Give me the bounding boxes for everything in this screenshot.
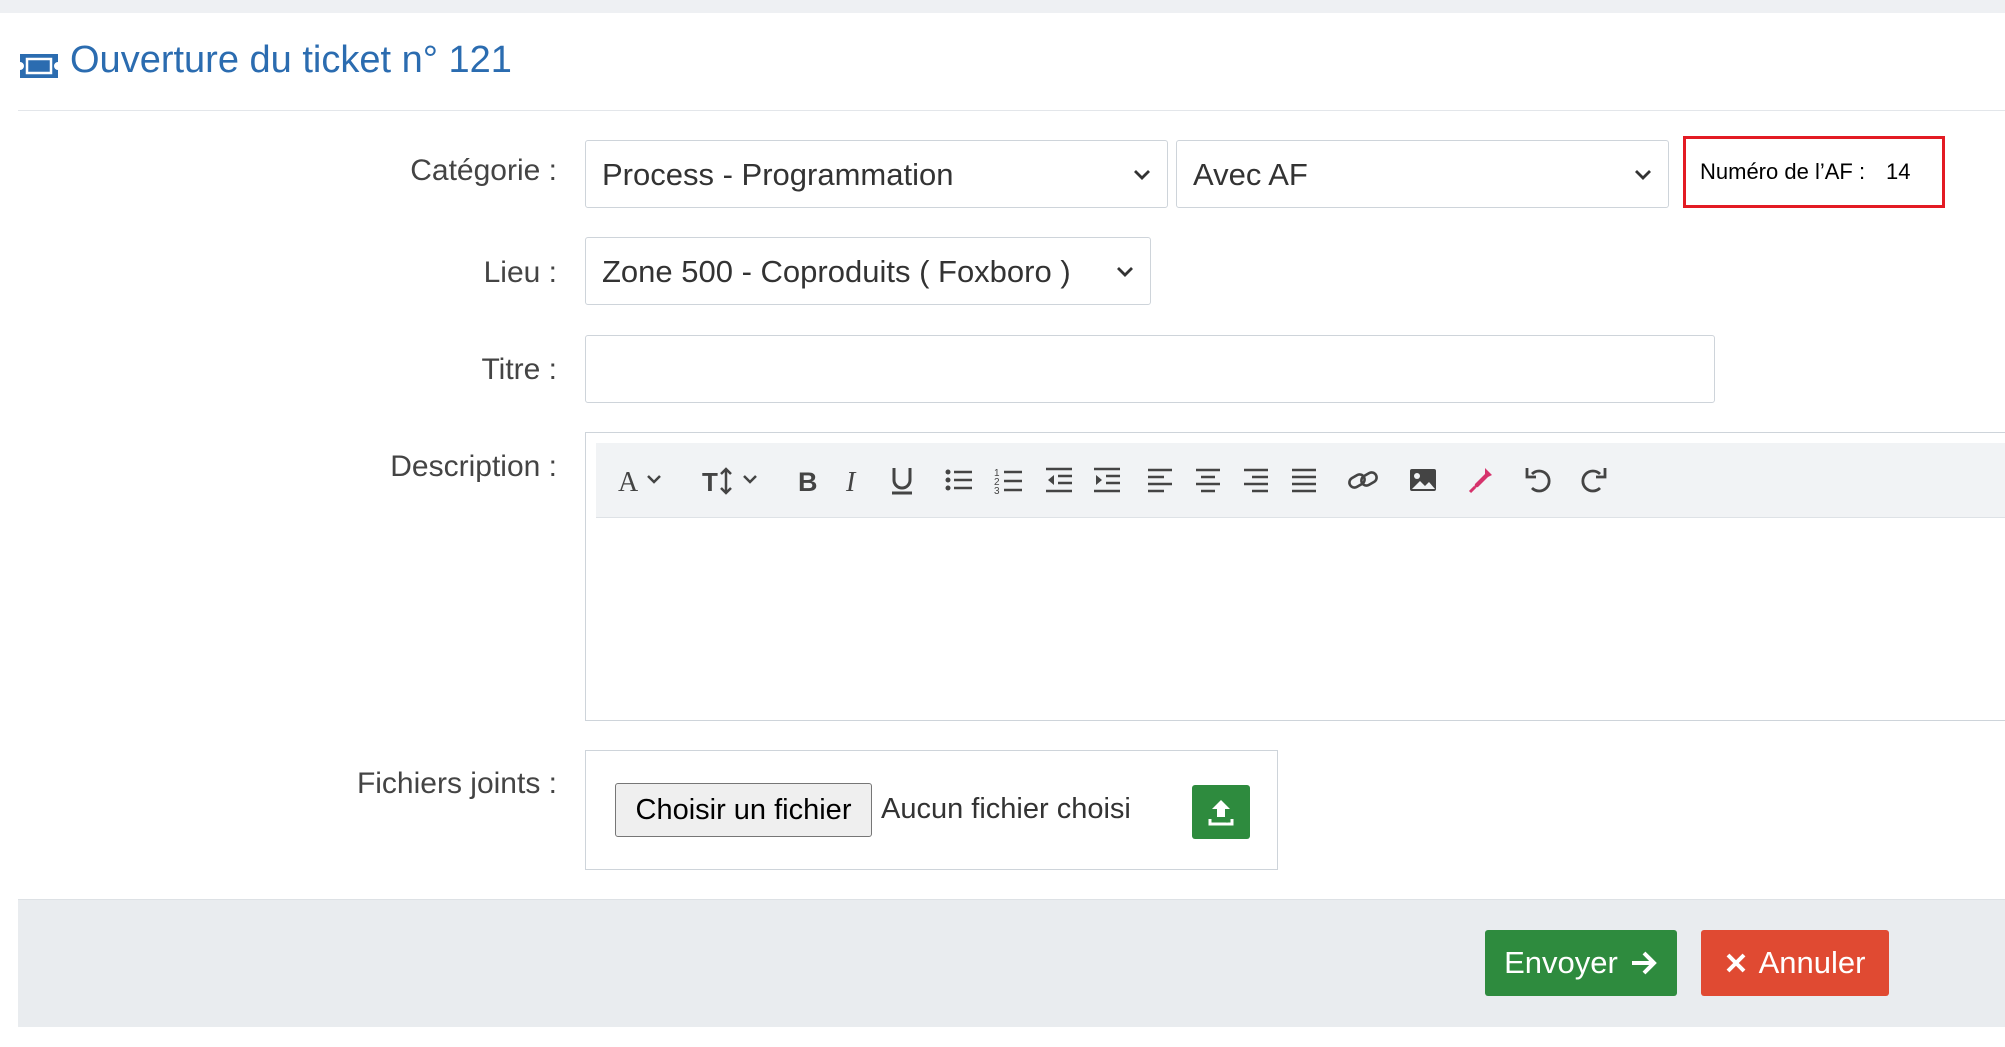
svg-text:T: T: [702, 467, 718, 496]
arrow-right-icon: [1631, 951, 1657, 975]
svg-text:A: A: [618, 467, 639, 496]
color-picker-icon[interactable]: [1466, 464, 1496, 496]
send-button-label: Envoyer: [1504, 945, 1618, 980]
redo-icon[interactable]: [1578, 464, 1608, 496]
ticket-form-page: Ouverture du ticket n° 121 Catégorie : P…: [0, 0, 2005, 1047]
upload-icon: [1208, 800, 1234, 826]
font-color-icon[interactable]: A: [618, 464, 672, 496]
svg-text:3: 3: [994, 486, 1000, 496]
font-size-icon[interactable]: T: [702, 464, 768, 496]
af-number-value: 14: [1886, 159, 1911, 184]
description-editor[interactable]: A T B I 123: [585, 432, 2005, 721]
close-icon: [1726, 953, 1745, 973]
underline-icon[interactable]: [888, 464, 916, 496]
attachments-label: Fichiers joints :: [356, 767, 557, 800]
svg-text:I: I: [845, 467, 857, 496]
upload-button[interactable]: [1192, 785, 1250, 839]
location-select-value: Zone 500 - Coproduits ( Foxboro ): [602, 254, 1071, 289]
cancel-button[interactable]: Annuler: [1701, 930, 1889, 996]
italic-icon[interactable]: I: [842, 464, 868, 496]
editor-toolbar: A T B I 123: [596, 443, 2005, 518]
subcategory-select-value: Avec AF: [1193, 157, 1308, 192]
undo-icon[interactable]: [1524, 464, 1554, 496]
chevron-down-icon: [1117, 267, 1133, 277]
align-left-icon[interactable]: [1146, 464, 1174, 496]
file-upload-box: Choisir un fichier Aucun fichier choisi: [585, 750, 1278, 870]
form-footer: Envoyer Annuler: [18, 899, 2005, 1027]
indent-icon[interactable]: [1092, 464, 1122, 496]
choose-file-button[interactable]: Choisir un fichier: [615, 783, 872, 837]
title-input[interactable]: [585, 335, 1715, 403]
bullet-list-icon[interactable]: [944, 464, 974, 496]
cancel-button-label: Annuler: [1758, 945, 1866, 980]
svg-text:B: B: [798, 467, 818, 496]
justify-icon[interactable]: [1290, 464, 1318, 496]
chevron-down-icon: [1635, 170, 1651, 180]
send-button[interactable]: Envoyer: [1485, 930, 1677, 996]
align-right-icon[interactable]: [1242, 464, 1270, 496]
location-label: Lieu :: [483, 256, 557, 289]
af-number-box: Numéro de l’AF : 14: [1683, 136, 1945, 208]
title-label: Titre :: [481, 353, 557, 386]
align-center-icon[interactable]: [1194, 464, 1222, 496]
page-title: Ouverture du ticket n° 121: [70, 39, 512, 81]
category-label: Catégorie :: [410, 154, 557, 187]
numbered-list-icon[interactable]: 123: [994, 464, 1024, 496]
chevron-down-icon: [1134, 170, 1150, 180]
page-header: Ouverture du ticket n° 121: [18, 13, 2005, 111]
outdent-icon[interactable]: [1044, 464, 1074, 496]
location-select[interactable]: Zone 500 - Coproduits ( Foxboro ): [585, 237, 1151, 305]
bold-icon[interactable]: B: [796, 464, 822, 496]
link-icon[interactable]: [1346, 464, 1380, 496]
top-strip: [0, 0, 2005, 13]
ticket-icon: [20, 54, 58, 78]
af-number-label: Numéro de l’AF :: [1700, 159, 1866, 184]
category-select[interactable]: Process - Programmation: [585, 140, 1168, 208]
description-label: Description :: [390, 450, 557, 483]
no-file-text: Aucun fichier choisi: [881, 793, 1131, 825]
image-icon[interactable]: [1408, 464, 1438, 496]
category-select-value: Process - Programmation: [602, 157, 954, 192]
subcategory-select[interactable]: Avec AF: [1176, 140, 1669, 208]
